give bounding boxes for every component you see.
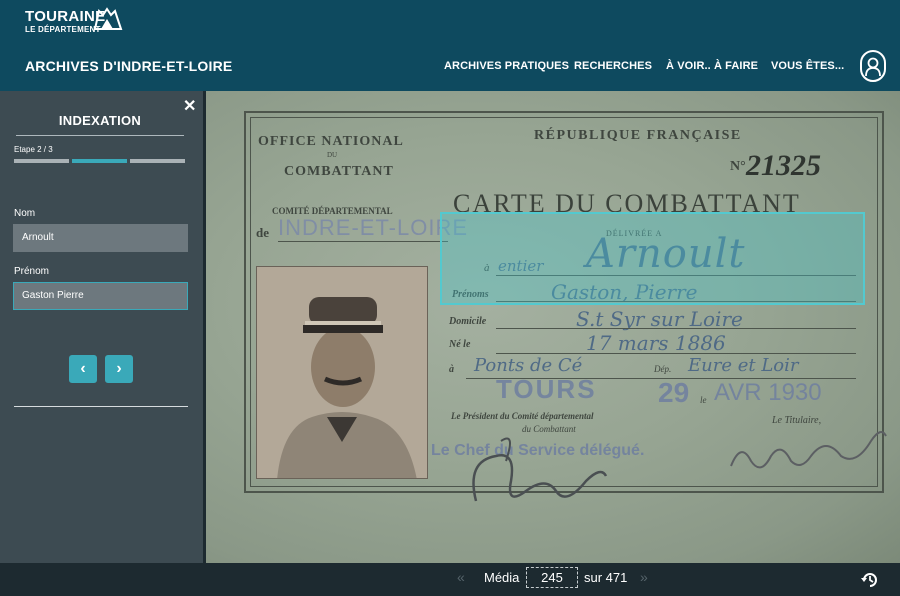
republique-label: RÉPUBLIQUE FRANÇAISE (534, 128, 742, 143)
number-prefix: N° (730, 159, 746, 174)
divider (14, 406, 188, 407)
close-icon[interactable]: ✕ (183, 96, 196, 116)
nom-label: Nom (14, 208, 36, 219)
step-label: Etape 2 / 3 (14, 145, 53, 154)
nav-a-voir-a-faire[interactable]: À VOIR.. À FAIRE (666, 60, 758, 72)
combattant-label: COMBATTANT (284, 164, 394, 179)
indexation-panel: ✕ INDEXATION Etape 2 / 3 Nom Arnoult Pré… (0, 91, 203, 563)
logo-mark-icon (93, 7, 123, 30)
office-label: OFFICE NATIONAL (258, 134, 404, 149)
holder-signature (730, 431, 887, 469)
date-stamp: AVR 1930 (714, 379, 822, 406)
history-icon (861, 573, 877, 587)
soldier-portrait (257, 267, 427, 478)
prenom-label: Prénom (14, 266, 50, 277)
rule (496, 328, 856, 329)
step-2-bar (72, 159, 127, 163)
president-label: Le Président du Comité départemental (451, 411, 594, 421)
selection-highlight[interactable] (440, 212, 865, 305)
media-label: Média (484, 570, 520, 585)
prenom-field[interactable]: Gaston Pierre (13, 282, 188, 310)
hand-dep: Eure et Loir (688, 355, 799, 376)
de-label: de (256, 225, 269, 240)
card-number: 21325 (746, 149, 821, 182)
media-pager: « Média 245 sur 471 » (0, 563, 900, 596)
dep-label: Dép. (654, 364, 672, 374)
chevron-right-icon[interactable]: » (640, 569, 648, 585)
du-label: DU (327, 151, 338, 159)
domicile-label: Domicile (449, 316, 487, 327)
step-1-bar (14, 159, 69, 163)
chevron-left-icon: ‹ (80, 360, 86, 377)
nav-vous-etes[interactable]: VOUS ÊTES... (771, 60, 844, 72)
le-label: le (700, 395, 707, 405)
hand-lieu: Ponts de Cé (474, 355, 583, 376)
nav-recherches[interactable]: RECHERCHES (574, 60, 652, 72)
next-step-button[interactable]: › (105, 355, 133, 383)
site-title[interactable]: ARCHIVES D'INDRE-ET-LOIRE (25, 58, 232, 74)
user-icon (865, 57, 881, 77)
chevron-left-icon[interactable]: « (457, 569, 465, 585)
portrait-photo (256, 266, 428, 479)
step-3-bar (130, 159, 185, 163)
lieu-label: à (449, 364, 454, 375)
panel-title: INDEXATION (58, 113, 142, 128)
day-stamp: 29 (658, 377, 690, 408)
rule (496, 353, 856, 354)
user-account-button[interactable] (860, 50, 886, 82)
ne-label: Né le (449, 339, 471, 350)
previous-step-button[interactable]: ‹ (69, 355, 97, 383)
page-total: sur 471 (584, 570, 628, 585)
hand-ne: 17 mars 1886 (586, 331, 726, 355)
nav-archives-pratiques[interactable]: ARCHIVES PRATIQUES (444, 60, 569, 72)
tours-stamp: TOURS (496, 374, 597, 404)
nom-field[interactable]: Arnoult (13, 224, 188, 252)
document-viewer[interactable]: OFFICE NATIONAL DU COMBATTANT RÉPUBLIQUE… (206, 91, 900, 563)
chevron-right-icon: › (116, 360, 122, 377)
divider (16, 135, 184, 136)
reset-view-button[interactable] (860, 570, 880, 595)
combattant-card-image: OFFICE NATIONAL DU COMBATTANT RÉPUBLIQUE… (206, 91, 900, 563)
president-signature (472, 437, 608, 502)
rule (278, 241, 448, 242)
touraine-logo[interactable]: TOURAINE LE DÉPARTEMENT (25, 7, 123, 35)
site-header: TOURAINE LE DÉPARTEMENT ARCHIVES D'INDRE… (0, 0, 900, 91)
page-number-input[interactable]: 245 (526, 567, 578, 588)
